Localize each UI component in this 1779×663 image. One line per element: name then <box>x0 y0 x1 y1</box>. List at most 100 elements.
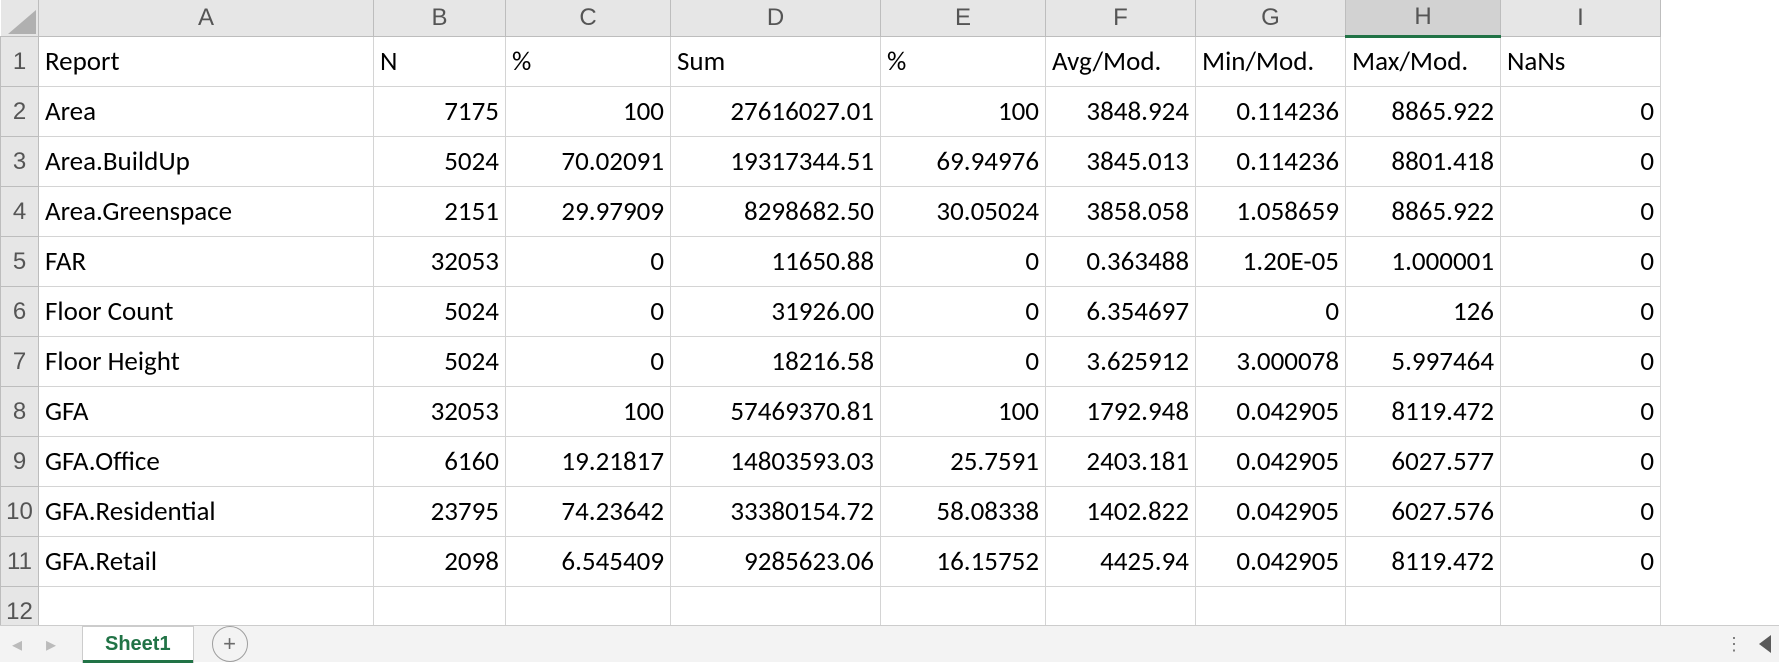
cell[interactable]: 1.20E-05 <box>1196 236 1346 286</box>
cell[interactable] <box>506 586 671 625</box>
row-header-10[interactable]: 10 <box>1 486 39 536</box>
cell[interactable]: 0 <box>1501 186 1661 236</box>
cell[interactable]: 3845.013 <box>1046 136 1196 186</box>
col-header-B[interactable]: B <box>374 0 506 36</box>
cell[interactable]: Min/Mod. <box>1196 36 1346 86</box>
cell[interactable]: 16.15752 <box>881 536 1046 586</box>
col-header-G[interactable]: G <box>1196 0 1346 36</box>
cell[interactable]: 0 <box>506 336 671 386</box>
cell[interactable]: 6160 <box>374 436 506 486</box>
cell[interactable]: 0 <box>506 236 671 286</box>
cell[interactable]: Floor Count <box>39 286 374 336</box>
cell[interactable]: 3848.924 <box>1046 86 1196 136</box>
cell[interactable]: 1402.822 <box>1046 486 1196 536</box>
cell[interactable]: 100 <box>506 386 671 436</box>
row-header-2[interactable]: 2 <box>1 86 39 136</box>
cell[interactable]: 0 <box>1501 436 1661 486</box>
cell[interactable]: 6.354697 <box>1046 286 1196 336</box>
cell[interactable]: 32053 <box>374 236 506 286</box>
cell[interactable]: 0.042905 <box>1196 486 1346 536</box>
cell[interactable]: 14803593.03 <box>671 436 881 486</box>
row-header-3[interactable]: 3 <box>1 136 39 186</box>
cell[interactable]: 1.058659 <box>1196 186 1346 236</box>
cell[interactable]: 19317344.51 <box>671 136 881 186</box>
cell[interactable]: 0 <box>1501 336 1661 386</box>
cell[interactable]: 100 <box>506 86 671 136</box>
cell[interactable]: 0 <box>881 336 1046 386</box>
cell[interactable]: 8298682.50 <box>671 186 881 236</box>
cell[interactable]: Max/Mod. <box>1346 36 1501 86</box>
cell[interactable]: 0 <box>881 286 1046 336</box>
cell[interactable]: 58.08338 <box>881 486 1046 536</box>
cell[interactable]: 29.97909 <box>506 186 671 236</box>
tab-menu-icon[interactable]: ⋮ <box>1725 634 1747 655</box>
cell[interactable]: 1.000001 <box>1346 236 1501 286</box>
cell[interactable]: 6027.576 <box>1346 486 1501 536</box>
cell[interactable]: 70.02091 <box>506 136 671 186</box>
cell[interactable]: 3.000078 <box>1196 336 1346 386</box>
cell[interactable] <box>881 586 1046 625</box>
cell[interactable]: 5024 <box>374 286 506 336</box>
cell[interactable]: 100 <box>881 386 1046 436</box>
col-header-A[interactable]: A <box>39 0 374 36</box>
cell[interactable]: GFA <box>39 386 374 436</box>
row-header-4[interactable]: 4 <box>1 186 39 236</box>
cell[interactable]: 8865.922 <box>1346 86 1501 136</box>
col-header-E[interactable]: E <box>881 0 1046 36</box>
cell[interactable]: 6027.577 <box>1346 436 1501 486</box>
cell[interactable]: 5024 <box>374 136 506 186</box>
cell[interactable]: 0.363488 <box>1046 236 1196 286</box>
cell[interactable]: 0.042905 <box>1196 536 1346 586</box>
cell[interactable]: 9285623.06 <box>671 536 881 586</box>
cell[interactable]: 31926.00 <box>671 286 881 336</box>
cell[interactable]: 7175 <box>374 86 506 136</box>
cell[interactable]: 4425.94 <box>1046 536 1196 586</box>
cell[interactable]: 6.545409 <box>506 536 671 586</box>
cell[interactable]: GFA.Residential <box>39 486 374 536</box>
cell[interactable] <box>1046 586 1196 625</box>
cell[interactable] <box>39 586 374 625</box>
cell[interactable]: 8119.472 <box>1346 536 1501 586</box>
cell[interactable]: Area.BuildUp <box>39 136 374 186</box>
cell[interactable]: 0 <box>1501 486 1661 536</box>
col-header-D[interactable]: D <box>671 0 881 36</box>
cell[interactable]: 0 <box>1501 86 1661 136</box>
scroll-left-icon[interactable] <box>1759 635 1771 653</box>
cell[interactable]: Sum <box>671 36 881 86</box>
cell[interactable]: Avg/Mod. <box>1046 36 1196 86</box>
cell[interactable] <box>1501 586 1661 625</box>
cell[interactable]: 32053 <box>374 386 506 436</box>
cell[interactable] <box>671 586 881 625</box>
col-header-F[interactable]: F <box>1046 0 1196 36</box>
cell[interactable]: 8801.418 <box>1346 136 1501 186</box>
cell[interactable]: 0 <box>1196 286 1346 336</box>
cell[interactable]: 0 <box>1501 536 1661 586</box>
cell[interactable]: GFA.Retail <box>39 536 374 586</box>
cell[interactable]: Area <box>39 86 374 136</box>
cell[interactable]: % <box>506 36 671 86</box>
cell[interactable]: 0 <box>881 236 1046 286</box>
spreadsheet-grid[interactable]: A B C D E F G H I 1 Report N % Sum % Avg… <box>0 0 1661 625</box>
cell[interactable]: 0 <box>506 286 671 336</box>
cell[interactable]: 19.21817 <box>506 436 671 486</box>
tab-nav-prev[interactable]: ◂ <box>0 626 34 663</box>
cell[interactable]: 23795 <box>374 486 506 536</box>
row-header-11[interactable]: 11 <box>1 536 39 586</box>
sheet-tab[interactable]: Sheet1 <box>82 626 194 663</box>
cell[interactable]: NaNs <box>1501 36 1661 86</box>
cell[interactable]: 0.042905 <box>1196 436 1346 486</box>
row-header-7[interactable]: 7 <box>1 336 39 386</box>
cell[interactable]: 11650.88 <box>671 236 881 286</box>
cell[interactable]: % <box>881 36 1046 86</box>
cell[interactable]: 5.997464 <box>1346 336 1501 386</box>
cell[interactable]: Report <box>39 36 374 86</box>
cell[interactable]: 2403.181 <box>1046 436 1196 486</box>
col-header-C[interactable]: C <box>506 0 671 36</box>
cell[interactable] <box>374 586 506 625</box>
cell[interactable]: 30.05024 <box>881 186 1046 236</box>
row-header-5[interactable]: 5 <box>1 236 39 286</box>
cell[interactable]: FAR <box>39 236 374 286</box>
add-sheet-button[interactable]: + <box>212 626 248 662</box>
cell[interactable]: 0.042905 <box>1196 386 1346 436</box>
cell[interactable]: 126 <box>1346 286 1501 336</box>
